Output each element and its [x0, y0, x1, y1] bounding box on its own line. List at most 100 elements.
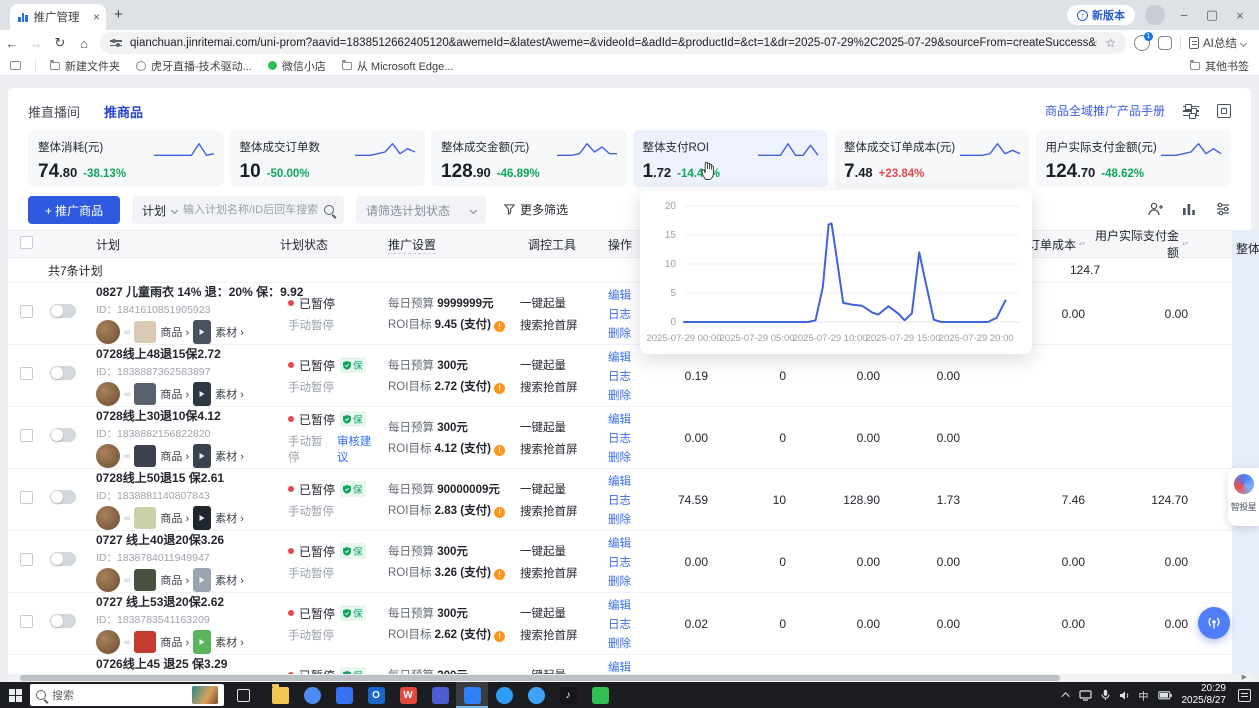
delete-link[interactable]: 删除 [608, 511, 640, 527]
plan-title[interactable]: 0728线上48退15保2.72 [96, 345, 280, 362]
plan-title[interactable]: 0728线上50退15 保2.61 [96, 469, 280, 486]
wechat-taskbar-button[interactable] [584, 682, 616, 708]
material-thumbnail[interactable] [193, 568, 211, 592]
search-top-screen-button[interactable]: 搜索抢首屏 [520, 503, 608, 519]
one-key-boost-button[interactable]: 一键起量 [520, 543, 608, 559]
display-icon[interactable] [1079, 690, 1092, 701]
scrollbar-thumb[interactable] [20, 675, 1060, 681]
teams-taskbar-button[interactable] [424, 682, 456, 708]
row-checkbox[interactable] [20, 491, 33, 504]
edit-link[interactable]: 编辑 [608, 473, 640, 489]
one-key-boost-button[interactable]: 一键起量 [520, 357, 608, 373]
product-thumbnail[interactable] [134, 507, 156, 529]
tab-live-room[interactable]: 推直播间 [28, 102, 80, 121]
stat-card[interactable]: 整体成交金额(元) 128.90 -46.89% [431, 130, 627, 187]
select-all-checkbox[interactable] [20, 236, 33, 249]
quark-taskbar-button[interactable] [488, 682, 520, 708]
plan-title[interactable]: 0726线上45 退25 保3.29 [96, 655, 280, 672]
material-link[interactable]: 素材 › [215, 510, 244, 526]
display-settings-icon[interactable] [1183, 103, 1199, 119]
product-link[interactable]: 商品 › [160, 572, 189, 588]
bookmark-item[interactable]: 微信小店 [268, 58, 326, 74]
bookmark-star-icon[interactable]: ☆ [1105, 36, 1116, 50]
material-thumbnail[interactable] [193, 320, 211, 344]
more-filters-button[interactable]: 更多筛选 [504, 201, 568, 218]
promote-product-button[interactable]: + 推广商品 [28, 196, 120, 224]
material-link[interactable]: 素材 › [215, 448, 244, 464]
window-minimize-button[interactable]: − [1175, 8, 1193, 23]
search-top-screen-button[interactable]: 搜索抢首屏 [520, 317, 608, 333]
edit-link[interactable]: 编辑 [608, 659, 640, 675]
warning-icon[interactable]: ! [494, 321, 505, 332]
outlook-taskbar-button[interactable]: O [360, 682, 392, 708]
product-thumbnail[interactable] [134, 631, 156, 653]
horizontal-scrollbar[interactable]: ▶ [8, 674, 1251, 682]
columns-icon[interactable] [1181, 201, 1197, 217]
volume-icon[interactable] [1119, 690, 1130, 701]
header-user-paid[interactable]: 用户实际支付金额▴▾ [1085, 227, 1188, 261]
delete-link[interactable]: 删除 [608, 325, 640, 341]
plan-title[interactable]: 0728线上30退10保4.12 [96, 407, 280, 424]
ai-summary-button[interactable]: AI总结 [1189, 35, 1246, 51]
fullscreen-icon[interactable] [1217, 104, 1231, 118]
search-highlight-image[interactable] [192, 686, 218, 704]
broadcast-float-button[interactable] [1198, 607, 1230, 639]
material-link[interactable]: 素材 › [215, 634, 244, 650]
row-enable-toggle[interactable] [50, 614, 76, 628]
log-link[interactable]: 日志 [608, 492, 640, 508]
warning-icon[interactable]: ! [494, 631, 505, 642]
product-thumbnail[interactable] [134, 445, 156, 467]
edit-link[interactable]: 编辑 [608, 287, 640, 303]
search-top-screen-button[interactable]: 搜索抢首屏 [520, 565, 608, 581]
wps-taskbar-button[interactable]: W [392, 682, 424, 708]
delete-link[interactable]: 删除 [608, 387, 640, 403]
tab-group-icon[interactable] [10, 61, 21, 70]
extension-icon[interactable]: 1 [1134, 35, 1150, 51]
search-top-screen-button[interactable]: 搜索抢首屏 [520, 441, 608, 457]
product-link[interactable]: 商品 › [160, 386, 189, 402]
row-enable-toggle[interactable] [50, 304, 76, 318]
feishu-taskbar-button[interactable] [328, 682, 360, 708]
tab-product[interactable]: 推商品 [104, 102, 143, 121]
log-link[interactable]: 日志 [608, 616, 640, 632]
product-link[interactable]: 商品 › [160, 634, 189, 650]
stat-card[interactable]: 整体消耗(元) 74.80 -38.13% [28, 130, 224, 187]
start-button[interactable] [0, 689, 30, 702]
douyin-taskbar-button[interactable]: ♪ [552, 682, 584, 708]
plan-title[interactable]: 0727 线上40退20保3.26 [96, 531, 280, 548]
row-enable-toggle[interactable] [50, 490, 76, 504]
row-checkbox[interactable] [20, 615, 33, 628]
stat-card[interactable]: 整体支付ROI 1.72 -14.43% [633, 130, 829, 187]
browser-tab[interactable]: 推广管理 × [10, 4, 106, 30]
stat-card[interactable]: 用户实际支付金额(元) 124.70 -48.62% [1036, 130, 1232, 187]
product-thumbnail[interactable] [134, 383, 156, 405]
tab-close-icon[interactable]: × [93, 10, 100, 24]
log-link[interactable]: 日志 [608, 306, 640, 322]
warning-icon[interactable]: ! [494, 507, 505, 518]
reload-button[interactable]: ↻ [48, 35, 72, 51]
one-key-boost-button[interactable]: 一键起量 [520, 419, 608, 435]
material-link[interactable]: 素材 › [215, 386, 244, 402]
search-type-select[interactable]: 计划 [142, 202, 166, 219]
material-thumbnail[interactable] [193, 444, 211, 468]
person-add-icon[interactable] [1147, 201, 1163, 217]
new-version-badge[interactable]: ↑新版本 [1067, 5, 1135, 25]
warning-icon[interactable]: ! [494, 383, 505, 394]
product-manual-link[interactable]: 商品全域推广产品手册 [1045, 102, 1165, 119]
taskbar-clock[interactable]: 20:29 2025/8/27 [1182, 683, 1227, 707]
stat-card[interactable]: 整体成交订单成本(元) 7.48 +23.84% [834, 130, 1030, 187]
plan-search-input[interactable] [183, 204, 318, 216]
qq-browser-taskbar-button[interactable] [520, 682, 552, 708]
product-thumbnail[interactable] [134, 569, 156, 591]
edit-link[interactable]: 编辑 [608, 411, 640, 427]
product-link[interactable]: 商品 › [160, 448, 189, 464]
extensions-menu-icon[interactable] [1158, 36, 1172, 50]
chrome-taskbar-button[interactable] [296, 682, 328, 708]
row-checkbox[interactable] [20, 305, 33, 318]
row-enable-toggle[interactable] [50, 366, 76, 380]
taskbar-search-box[interactable]: 搜索 [30, 684, 224, 706]
battery-icon[interactable] [1158, 691, 1172, 700]
scroll-right-arrow[interactable]: ▶ [1242, 674, 1247, 682]
zhitouxing-widget[interactable]: 智投星 [1228, 468, 1259, 526]
plan-status-select[interactable]: 请筛选计划状态 [356, 196, 486, 224]
